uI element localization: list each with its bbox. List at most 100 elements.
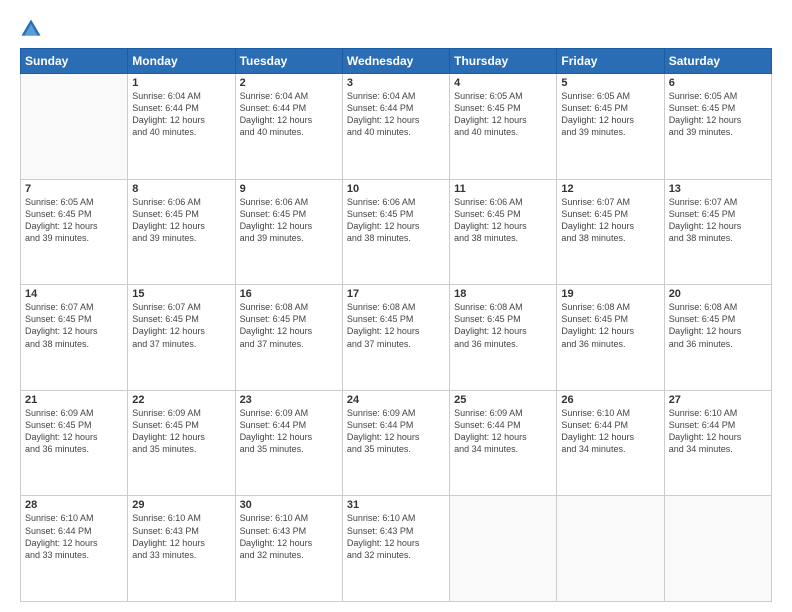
calendar-cell: 11Sunrise: 6:06 AM Sunset: 6:45 PM Dayli… <box>450 179 557 285</box>
day-info: Sunrise: 6:05 AM Sunset: 6:45 PM Dayligh… <box>454 90 552 139</box>
calendar-cell: 3Sunrise: 6:04 AM Sunset: 6:44 PM Daylig… <box>342 74 449 180</box>
day-info: Sunrise: 6:10 AM Sunset: 6:44 PM Dayligh… <box>561 407 659 456</box>
day-info: Sunrise: 6:07 AM Sunset: 6:45 PM Dayligh… <box>25 301 123 350</box>
calendar-cell: 2Sunrise: 6:04 AM Sunset: 6:44 PM Daylig… <box>235 74 342 180</box>
logo <box>20 18 46 40</box>
day-info: Sunrise: 6:08 AM Sunset: 6:45 PM Dayligh… <box>561 301 659 350</box>
calendar-cell: 4Sunrise: 6:05 AM Sunset: 6:45 PM Daylig… <box>450 74 557 180</box>
day-number: 26 <box>561 394 659 406</box>
day-number: 1 <box>132 77 230 89</box>
day-number: 21 <box>25 394 123 406</box>
calendar-cell <box>21 74 128 180</box>
weekday-header: Monday <box>128 49 235 74</box>
calendar-cell: 7Sunrise: 6:05 AM Sunset: 6:45 PM Daylig… <box>21 179 128 285</box>
day-info: Sunrise: 6:09 AM Sunset: 6:45 PM Dayligh… <box>132 407 230 456</box>
calendar-cell <box>664 496 771 602</box>
day-number: 31 <box>347 499 445 511</box>
day-number: 25 <box>454 394 552 406</box>
day-info: Sunrise: 6:04 AM Sunset: 6:44 PM Dayligh… <box>132 90 230 139</box>
day-info: Sunrise: 6:10 AM Sunset: 6:44 PM Dayligh… <box>669 407 767 456</box>
calendar-cell: 30Sunrise: 6:10 AM Sunset: 6:43 PM Dayli… <box>235 496 342 602</box>
calendar-cell: 8Sunrise: 6:06 AM Sunset: 6:45 PM Daylig… <box>128 179 235 285</box>
calendar-cell: 20Sunrise: 6:08 AM Sunset: 6:45 PM Dayli… <box>664 285 771 391</box>
day-number: 6 <box>669 77 767 89</box>
calendar-cell: 22Sunrise: 6:09 AM Sunset: 6:45 PM Dayli… <box>128 390 235 496</box>
calendar-cell: 27Sunrise: 6:10 AM Sunset: 6:44 PM Dayli… <box>664 390 771 496</box>
day-info: Sunrise: 6:05 AM Sunset: 6:45 PM Dayligh… <box>25 196 123 245</box>
calendar-cell: 28Sunrise: 6:10 AM Sunset: 6:44 PM Dayli… <box>21 496 128 602</box>
day-number: 17 <box>347 288 445 300</box>
page: SundayMondayTuesdayWednesdayThursdayFrid… <box>0 0 792 612</box>
day-info: Sunrise: 6:04 AM Sunset: 6:44 PM Dayligh… <box>240 90 338 139</box>
calendar-table: SundayMondayTuesdayWednesdayThursdayFrid… <box>20 48 772 602</box>
calendar-cell: 10Sunrise: 6:06 AM Sunset: 6:45 PM Dayli… <box>342 179 449 285</box>
day-info: Sunrise: 6:09 AM Sunset: 6:45 PM Dayligh… <box>25 407 123 456</box>
weekday-header: Tuesday <box>235 49 342 74</box>
day-number: 13 <box>669 183 767 195</box>
calendar-cell: 23Sunrise: 6:09 AM Sunset: 6:44 PM Dayli… <box>235 390 342 496</box>
calendar-cell: 17Sunrise: 6:08 AM Sunset: 6:45 PM Dayli… <box>342 285 449 391</box>
day-number: 27 <box>669 394 767 406</box>
day-number: 7 <box>25 183 123 195</box>
calendar-cell: 12Sunrise: 6:07 AM Sunset: 6:45 PM Dayli… <box>557 179 664 285</box>
day-info: Sunrise: 6:10 AM Sunset: 6:43 PM Dayligh… <box>347 512 445 561</box>
calendar-cell: 5Sunrise: 6:05 AM Sunset: 6:45 PM Daylig… <box>557 74 664 180</box>
day-info: Sunrise: 6:08 AM Sunset: 6:45 PM Dayligh… <box>240 301 338 350</box>
calendar-cell: 29Sunrise: 6:10 AM Sunset: 6:43 PM Dayli… <box>128 496 235 602</box>
day-info: Sunrise: 6:07 AM Sunset: 6:45 PM Dayligh… <box>132 301 230 350</box>
calendar-cell: 31Sunrise: 6:10 AM Sunset: 6:43 PM Dayli… <box>342 496 449 602</box>
calendar-cell: 13Sunrise: 6:07 AM Sunset: 6:45 PM Dayli… <box>664 179 771 285</box>
weekday-header: Saturday <box>664 49 771 74</box>
day-info: Sunrise: 6:04 AM Sunset: 6:44 PM Dayligh… <box>347 90 445 139</box>
day-info: Sunrise: 6:06 AM Sunset: 6:45 PM Dayligh… <box>240 196 338 245</box>
day-info: Sunrise: 6:08 AM Sunset: 6:45 PM Dayligh… <box>347 301 445 350</box>
weekday-header: Sunday <box>21 49 128 74</box>
day-number: 9 <box>240 183 338 195</box>
header <box>20 18 772 40</box>
day-number: 12 <box>561 183 659 195</box>
calendar-week-row: 28Sunrise: 6:10 AM Sunset: 6:44 PM Dayli… <box>21 496 772 602</box>
day-number: 18 <box>454 288 552 300</box>
day-info: Sunrise: 6:07 AM Sunset: 6:45 PM Dayligh… <box>669 196 767 245</box>
day-info: Sunrise: 6:09 AM Sunset: 6:44 PM Dayligh… <box>454 407 552 456</box>
calendar-cell: 25Sunrise: 6:09 AM Sunset: 6:44 PM Dayli… <box>450 390 557 496</box>
calendar-cell <box>450 496 557 602</box>
calendar-cell: 26Sunrise: 6:10 AM Sunset: 6:44 PM Dayli… <box>557 390 664 496</box>
day-number: 30 <box>240 499 338 511</box>
day-info: Sunrise: 6:05 AM Sunset: 6:45 PM Dayligh… <box>561 90 659 139</box>
day-info: Sunrise: 6:08 AM Sunset: 6:45 PM Dayligh… <box>669 301 767 350</box>
day-number: 10 <box>347 183 445 195</box>
calendar-cell: 6Sunrise: 6:05 AM Sunset: 6:45 PM Daylig… <box>664 74 771 180</box>
day-info: Sunrise: 6:09 AM Sunset: 6:44 PM Dayligh… <box>240 407 338 456</box>
day-number: 23 <box>240 394 338 406</box>
weekday-header: Wednesday <box>342 49 449 74</box>
day-info: Sunrise: 6:06 AM Sunset: 6:45 PM Dayligh… <box>454 196 552 245</box>
calendar-cell: 18Sunrise: 6:08 AM Sunset: 6:45 PM Dayli… <box>450 285 557 391</box>
calendar-cell: 14Sunrise: 6:07 AM Sunset: 6:45 PM Dayli… <box>21 285 128 391</box>
day-number: 19 <box>561 288 659 300</box>
calendar-cell: 1Sunrise: 6:04 AM Sunset: 6:44 PM Daylig… <box>128 74 235 180</box>
day-info: Sunrise: 6:09 AM Sunset: 6:44 PM Dayligh… <box>347 407 445 456</box>
day-info: Sunrise: 6:10 AM Sunset: 6:44 PM Dayligh… <box>25 512 123 561</box>
calendar-cell: 9Sunrise: 6:06 AM Sunset: 6:45 PM Daylig… <box>235 179 342 285</box>
day-number: 3 <box>347 77 445 89</box>
day-number: 24 <box>347 394 445 406</box>
day-number: 22 <box>132 394 230 406</box>
day-number: 16 <box>240 288 338 300</box>
day-number: 4 <box>454 77 552 89</box>
weekday-header-row: SundayMondayTuesdayWednesdayThursdayFrid… <box>21 49 772 74</box>
calendar-week-row: 1Sunrise: 6:04 AM Sunset: 6:44 PM Daylig… <box>21 74 772 180</box>
calendar-cell <box>557 496 664 602</box>
day-info: Sunrise: 6:07 AM Sunset: 6:45 PM Dayligh… <box>561 196 659 245</box>
day-info: Sunrise: 6:10 AM Sunset: 6:43 PM Dayligh… <box>240 512 338 561</box>
day-info: Sunrise: 6:06 AM Sunset: 6:45 PM Dayligh… <box>132 196 230 245</box>
day-info: Sunrise: 6:08 AM Sunset: 6:45 PM Dayligh… <box>454 301 552 350</box>
day-number: 8 <box>132 183 230 195</box>
logo-icon <box>20 18 42 40</box>
day-info: Sunrise: 6:05 AM Sunset: 6:45 PM Dayligh… <box>669 90 767 139</box>
day-number: 20 <box>669 288 767 300</box>
weekday-header: Thursday <box>450 49 557 74</box>
day-info: Sunrise: 6:06 AM Sunset: 6:45 PM Dayligh… <box>347 196 445 245</box>
day-number: 14 <box>25 288 123 300</box>
day-number: 29 <box>132 499 230 511</box>
